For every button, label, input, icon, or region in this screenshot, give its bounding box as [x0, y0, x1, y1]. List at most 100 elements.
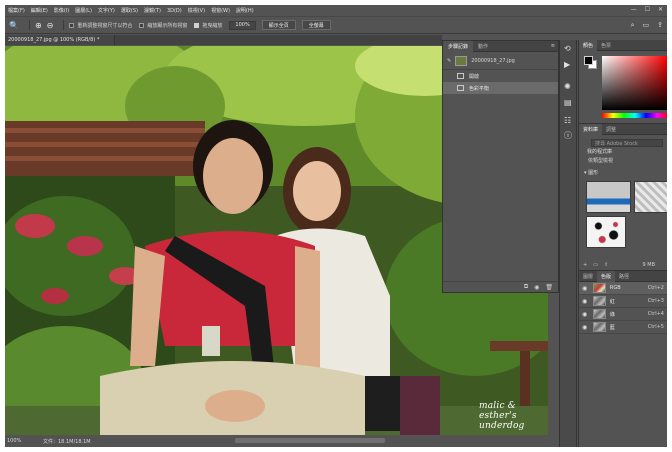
status-zoom[interactable]: 100% — [7, 438, 35, 444]
graphic-thumbnail[interactable] — [586, 216, 626, 248]
tab-paths[interactable]: 路徑 — [615, 271, 633, 282]
channel-row-blue[interactable]: ◉ 藍 Ctrl+5 — [579, 321, 667, 334]
eye-icon[interactable]: ◉ — [582, 324, 590, 331]
graphics-section-header[interactable]: ▾ 圖形 — [579, 168, 667, 177]
horizontal-scrollbar[interactable] — [235, 438, 385, 443]
camera-icon[interactable]: ◉ — [534, 284, 539, 291]
checkbox-box[interactable] — [69, 22, 75, 28]
menu-layer[interactable]: 圖層(L) — [75, 7, 92, 14]
library-size: 9 MB — [642, 261, 655, 268]
history-panel-tabs: 步驟記錄 動作 ≡ — [443, 40, 558, 52]
menu-select[interactable]: 選取(S) — [121, 7, 138, 14]
search-icon[interactable]: ⌕ — [631, 21, 635, 30]
resize-windows-checkbox[interactable]: 重新調整視窗尺寸以符合 — [69, 22, 132, 29]
channel-row-green[interactable]: ◉ 綠 Ctrl+4 — [579, 308, 667, 321]
close-icon[interactable]: ✕ — [658, 6, 663, 13]
minimize-icon[interactable]: — — [631, 6, 637, 13]
menu-image[interactable]: 影像(I) — [54, 7, 69, 14]
view-by-type-dropdown[interactable]: 依類型檢視 — [585, 156, 667, 165]
color-picker-field[interactable] — [602, 56, 667, 110]
zoom-tool-icon[interactable]: 🔍 — [9, 21, 19, 30]
menu-edit[interactable]: 編輯(E) — [31, 7, 48, 14]
fill-screen-button[interactable]: 全螢幕 — [301, 20, 331, 30]
tab-adjustments[interactable]: 調整 — [602, 124, 620, 135]
new-document-from-state-icon[interactable]: ⧉ — [524, 283, 528, 291]
menu-filter[interactable]: 濾鏡(T) — [144, 7, 161, 14]
menu-file[interactable]: 檔案(F) — [8, 7, 25, 14]
upload-icon[interactable]: ⇧ — [604, 262, 608, 268]
library-selector[interactable]: 我的程式庫 — [579, 147, 667, 156]
history-item-color-balance[interactable]: 色彩平衡 — [443, 82, 558, 94]
trash-icon[interactable]: 🗑 — [545, 284, 553, 291]
menu-window[interactable]: 視窗(W) — [211, 7, 230, 14]
channel-name: 藍 — [609, 324, 615, 331]
properties-icon[interactable]: ☷ — [564, 116, 571, 125]
checkbox-box[interactable] — [139, 22, 145, 28]
graphic-thumbnail[interactable] — [634, 181, 667, 213]
zoom-in-icon[interactable]: ⊕ — [35, 21, 42, 30]
tab-actions[interactable]: 動作 — [473, 41, 493, 52]
menu-bar: 檔案(F) 編輯(E) 影像(I) 圖層(L) 文字(Y) 選取(S) 濾鏡(T… — [5, 5, 667, 16]
channel-row-red[interactable]: ◉ 紅 Ctrl+3 — [579, 295, 667, 308]
channel-name: 綠 — [609, 311, 615, 318]
channel-row-rgb[interactable]: ◉ RGB Ctrl+2 — [579, 282, 667, 295]
menu-type[interactable]: 文字(Y) — [98, 7, 115, 14]
history-panel: 步驟記錄 動作 ≡ ✎ 20000918_27.jpg 開啟 色彩平衡 ⧉ ◉ … — [442, 40, 559, 293]
history-snapshot[interactable]: ✎ 20000918_27.jpg — [443, 52, 558, 70]
maximize-icon[interactable]: ☐ — [645, 6, 650, 13]
tab-channels[interactable]: 色版 — [597, 270, 616, 282]
color-panel: 顏色 色票 — [578, 39, 667, 123]
menu-view[interactable]: 檢視(V) — [188, 7, 205, 14]
resize-windows-label: 重新調整視窗尺寸以符合 — [77, 22, 133, 29]
zoom-all-windows-checkbox[interactable]: 縮放顯示所有視窗 — [139, 22, 187, 29]
histogram-icon[interactable]: ▤ — [564, 98, 572, 107]
history-item-label: 開啟 — [469, 73, 480, 80]
foreground-color-swatch[interactable] — [584, 56, 593, 65]
checkbox-box-checked[interactable] — [194, 22, 200, 28]
zoom-out-icon[interactable]: ⊖ — [47, 21, 54, 30]
status-document-size[interactable]: 文件：18.1M/18.1M — [43, 438, 91, 445]
history-item-label: 色彩平衡 — [469, 85, 490, 92]
menu-3d[interactable]: 3D(D) — [167, 8, 182, 14]
history-panel-footer: ⧉ ◉ 🗑 — [443, 281, 558, 292]
channel-name: RGB — [609, 285, 621, 291]
libraries-footer: + ▭ ⇧ 9 MB — [579, 259, 667, 270]
document-icon — [457, 73, 464, 79]
libraries-panel: 資料庫 調整 搜尋 Adobe Stock 我的程式庫 依類型檢視 ▾ 圖形 +… — [578, 123, 667, 270]
play-icon[interactable]: ▶ — [564, 60, 570, 69]
fit-screen-button[interactable]: 顯示全頁 — [261, 20, 296, 30]
tab-swatches[interactable]: 色票 — [597, 40, 615, 51]
scrubby-zoom-checkbox[interactable]: 拖曳縮放 — [194, 22, 222, 29]
workspace-icon[interactable]: ▭ — [643, 21, 650, 30]
panel-menu-icon[interactable]: ≡ — [551, 43, 555, 49]
channel-shortcut: Ctrl+4 — [647, 311, 664, 317]
tab-layers[interactable]: 圖層 — [579, 271, 597, 282]
view-mode-label: 依類型檢視 — [588, 158, 614, 164]
graphic-thumbnail[interactable] — [586, 181, 631, 213]
eye-icon[interactable]: ◉ — [582, 298, 590, 305]
hue-slider[interactable] — [602, 113, 667, 118]
channel-shortcut: Ctrl+5 — [647, 324, 664, 330]
eye-icon[interactable]: ◉ — [582, 311, 590, 318]
channel-thumbnail — [592, 283, 606, 293]
tab-color[interactable]: 顏色 — [579, 39, 598, 51]
adjustment-icon — [457, 85, 464, 91]
history-item-open[interactable]: 開啟 — [443, 70, 558, 82]
folder-icon[interactable]: ▭ — [593, 262, 598, 268]
eye-icon[interactable]: ◉ — [582, 285, 590, 292]
info-icon[interactable]: ⓘ — [564, 130, 572, 141]
zoom-value-field[interactable]: 100% — [229, 20, 256, 30]
channels-panel: 圖層 色版 路徑 ◉ RGB Ctrl+2 ◉ 紅 Ctrl+3 ◉ 綠 Ctr… — [578, 270, 667, 447]
document-tab[interactable]: 20000918_27.jpg @ 100% (RGB/8) * — [5, 35, 115, 45]
tab-history[interactable]: 步驟記錄 — [443, 40, 474, 52]
tab-libraries[interactable]: 資料庫 — [579, 123, 603, 135]
share-icon[interactable]: ⇪ — [657, 21, 663, 30]
graphics-grid — [579, 179, 667, 249]
sun-icon[interactable]: ✺ — [564, 82, 571, 91]
stock-search-input[interactable]: 搜尋 Adobe Stock — [591, 139, 663, 147]
libraries-panel-tabs: 資料庫 調整 — [579, 123, 667, 135]
brush-source-icon[interactable]: ✎ — [447, 58, 451, 64]
history-panel-icon[interactable]: ⟲ — [564, 44, 571, 53]
add-icon[interactable]: + — [583, 262, 587, 268]
menu-help[interactable]: 說明(H) — [236, 7, 254, 14]
